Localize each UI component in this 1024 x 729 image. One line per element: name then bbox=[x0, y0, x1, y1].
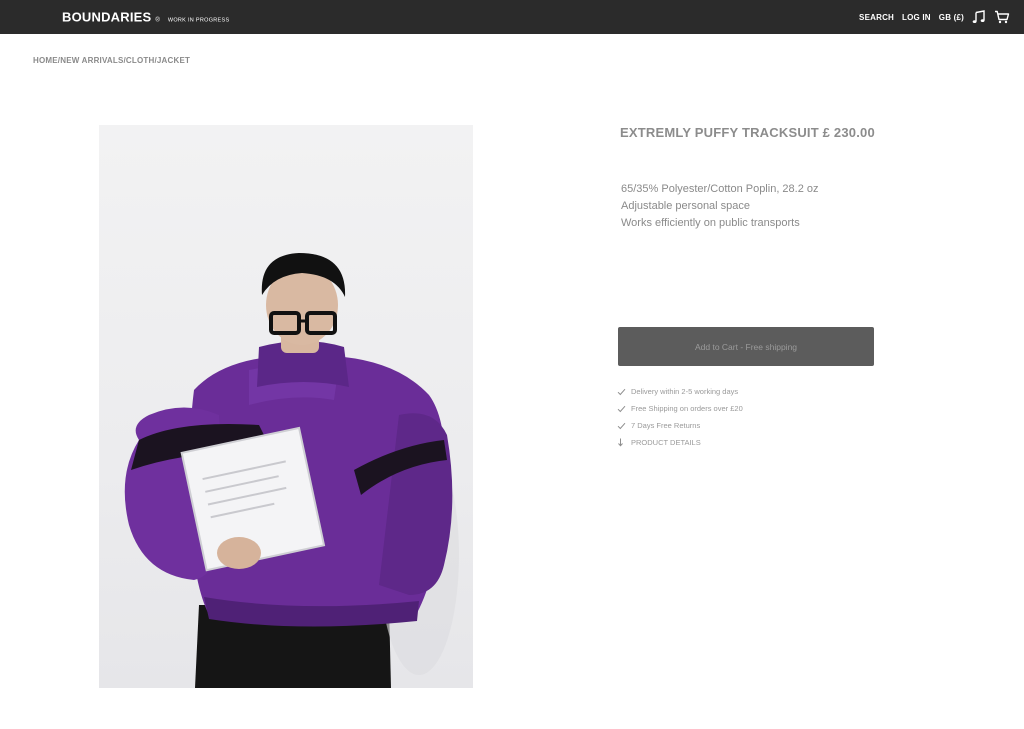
cart-icon[interactable] bbox=[994, 10, 1010, 24]
product-features: 65/35% Polyester/Cotton Poplin, 28.2 oz … bbox=[621, 181, 819, 232]
add-to-cart-button[interactable]: Add to Cart - Free shipping bbox=[618, 327, 874, 366]
perk-text: 7 Days Free Returns bbox=[631, 421, 701, 430]
perk-delivery: Delivery within 2-5 working days bbox=[617, 383, 743, 400]
login-link[interactable]: LOG IN bbox=[902, 13, 931, 22]
feature-line: Adjustable personal space bbox=[621, 200, 751, 212]
check-icon bbox=[617, 422, 631, 430]
perk-text: Delivery within 2-5 working days bbox=[631, 387, 739, 396]
product-image bbox=[99, 125, 473, 688]
top-bar: BOUNDARIES ® WORK IN PROGRESS SEARCH LOG… bbox=[0, 0, 1024, 34]
brand-tagline: WORK IN PROGRESS bbox=[167, 17, 230, 24]
music-icon[interactable] bbox=[972, 10, 986, 24]
currency-selector[interactable]: GB (£) bbox=[939, 13, 964, 22]
search-link[interactable]: SEARCH bbox=[859, 13, 894, 22]
product-photo-illustration bbox=[124, 253, 459, 688]
product-details-label[interactable]: PRODUCT DETAILS bbox=[631, 438, 701, 447]
top-nav: SEARCH LOG IN GB (£) bbox=[859, 0, 1010, 34]
brand-registered-mark: ® bbox=[155, 17, 160, 24]
perk-returns: 7 Days Free Returns bbox=[617, 417, 743, 434]
perk-text: Free Shipping on orders over £20 bbox=[631, 404, 743, 413]
check-icon bbox=[617, 388, 631, 396]
feature-line: 65/35% Polyester/Cotton Poplin, 28.2 oz bbox=[621, 183, 819, 195]
brand-logo[interactable]: BOUNDARIES ® WORK IN PROGRESS bbox=[62, 10, 229, 25]
product-perks: Delivery within 2-5 working days Free Sh… bbox=[617, 383, 743, 451]
feature-line: Works efficiently on public transports bbox=[621, 217, 800, 229]
perk-free-shipping: Free Shipping on orders over £20 bbox=[617, 400, 743, 417]
brand-name: BOUNDARIES bbox=[62, 9, 152, 25]
product-title: EXTREMLY PUFFY TRACKSUIT £ 230.00 bbox=[620, 125, 875, 140]
check-icon bbox=[617, 405, 631, 413]
arrow-down-icon bbox=[617, 438, 631, 447]
product-details-link[interactable]: PRODUCT DETAILS bbox=[617, 434, 743, 451]
breadcrumb[interactable]: HOME/NEW ARRIVALS/CLOTH/JACKET bbox=[33, 56, 190, 65]
